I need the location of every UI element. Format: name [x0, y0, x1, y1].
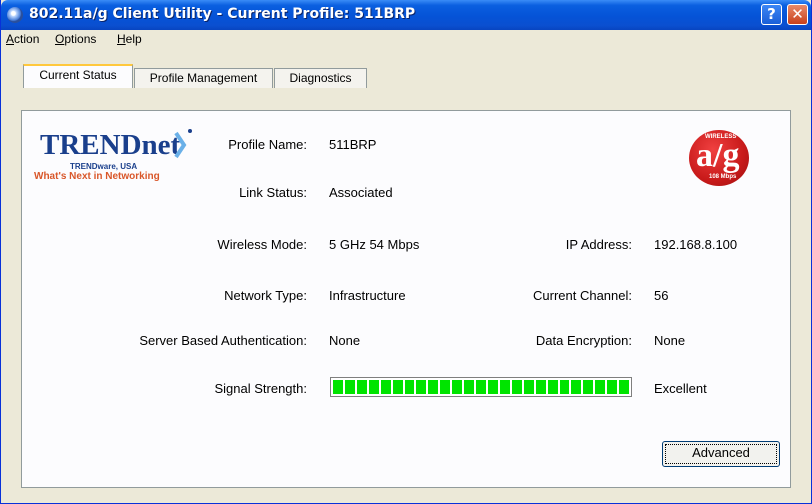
ag-badge: WIRELESS a/g 108 Mbps	[689, 130, 749, 186]
signal-segment	[344, 380, 355, 394]
menu-help-label: elp	[125, 32, 142, 46]
signal-segment	[523, 380, 534, 394]
window-title: 802.11a/g Client Utility - Current Profi…	[29, 6, 416, 22]
ip-address-label: IP Address:	[565, 237, 632, 252]
menu-options[interactable]: Options	[55, 32, 96, 46]
signal-segment	[535, 380, 546, 394]
menu-options-label: ptions	[64, 32, 97, 46]
menu-help[interactable]: Help	[117, 32, 142, 46]
signal-segment	[440, 380, 451, 394]
signal-segment	[464, 380, 475, 394]
signal-segment	[511, 380, 522, 394]
signal-segment	[416, 380, 427, 394]
signal-segment	[380, 380, 391, 394]
menu-bar: Action Options Help	[1, 30, 811, 50]
help-icon: ?	[767, 5, 776, 23]
current-channel-value: 56	[654, 288, 669, 303]
title-bar[interactable]: 802.11a/g Client Utility - Current Profi…	[1, 0, 811, 30]
server-auth-label: Server Based Authentication:	[139, 333, 307, 348]
app-window: 802.11a/g Client Utility - Current Profi…	[0, 0, 812, 504]
close-button[interactable]: ✕	[787, 4, 808, 25]
signal-segment	[333, 380, 343, 394]
signal-segment	[404, 380, 415, 394]
signal-segment	[583, 380, 594, 394]
signal-segment	[595, 380, 606, 394]
tab-diagnostics[interactable]: Diagnostics	[274, 68, 367, 88]
close-icon: ✕	[791, 5, 804, 23]
signal-segment	[559, 380, 570, 394]
signal-segment	[452, 380, 463, 394]
signal-strength-label: Signal Strength:	[214, 381, 307, 396]
focus-ring	[665, 444, 777, 464]
help-button[interactable]: ?	[761, 4, 782, 25]
current-channel-label: Current Channel:	[533, 288, 632, 303]
signal-segment	[428, 380, 439, 394]
data-encryption-label: Data Encryption:	[535, 333, 632, 348]
signal-segment	[571, 380, 582, 394]
signal-strength-bar	[330, 377, 632, 397]
signal-segment	[356, 380, 367, 394]
profile-name-value: 511BRP	[329, 137, 377, 152]
app-icon[interactable]	[7, 7, 23, 23]
wireless-mode-label: Wireless Mode:	[217, 237, 307, 252]
menu-action-label: ction	[14, 32, 40, 46]
data-encryption-value: None	[654, 333, 686, 348]
signal-segment	[607, 380, 618, 394]
link-status-value: Associated	[329, 185, 393, 200]
badge-text: a/g	[696, 137, 740, 174]
tab-current-status[interactable]: Current Status	[23, 64, 133, 88]
profile-name-label: Profile Name:	[228, 137, 307, 152]
signal-segment	[368, 380, 379, 394]
server-auth-value: None	[329, 333, 361, 348]
logo-sub1: TRENDware, USA	[70, 162, 138, 171]
status-panel: TRENDnet TRENDware, USA What's Next in N…	[21, 110, 791, 488]
advanced-button[interactable]: Advanced	[662, 441, 780, 467]
network-type-label: Network Type:	[224, 288, 307, 303]
badge-bottom: 108 Mbps	[709, 174, 737, 180]
trendnet-logo: TRENDnet TRENDware, USA What's Next in N…	[34, 129, 192, 189]
signal-segment	[392, 380, 403, 394]
logo-tagline: What's Next in Networking	[34, 171, 160, 182]
signal-segment	[476, 380, 486, 394]
logo-brand: TRENDnet	[40, 129, 181, 161]
signal-strength-value: Excellent	[654, 381, 707, 396]
link-status-label: Link Status:	[239, 185, 307, 200]
signal-segment	[487, 380, 498, 394]
tab-profile-management[interactable]: Profile Management	[134, 68, 273, 88]
wireless-mode-value: 5 GHz 54 Mbps	[329, 237, 420, 252]
signal-segment	[499, 380, 510, 394]
network-type-value: Infrastructure	[329, 288, 406, 303]
menu-action[interactable]: Action	[6, 32, 39, 46]
signal-segment	[547, 380, 558, 394]
signal-segment	[619, 380, 630, 394]
ip-address-value: 192.168.8.100	[654, 237, 738, 252]
